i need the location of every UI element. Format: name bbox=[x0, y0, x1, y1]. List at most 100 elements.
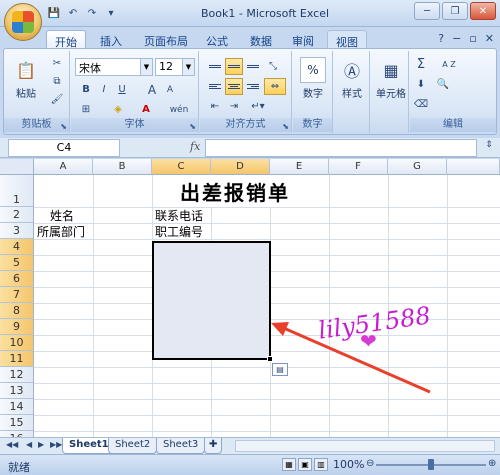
chevron-down-icon[interactable]: ▼ bbox=[182, 59, 194, 75]
paste-button[interactable]: 📋 粘贴 bbox=[8, 57, 44, 101]
worksheet-grid[interactable]: A B C D E F G 1 2 3 4 5 6 7 8 9 10 11 12… bbox=[0, 159, 500, 437]
row-header-5[interactable]: 5 bbox=[0, 255, 34, 271]
customize-qat-icon[interactable]: ▾ bbox=[103, 5, 119, 21]
phonetic-button[interactable]: wén bbox=[165, 101, 193, 118]
align-right-icon[interactable] bbox=[244, 78, 262, 95]
row-header-12[interactable]: 12 bbox=[0, 367, 34, 383]
align-top-icon[interactable] bbox=[206, 58, 224, 75]
redo-icon[interactable]: ↷ bbox=[84, 5, 100, 21]
row-header-6[interactable]: 6 bbox=[0, 271, 34, 287]
sheet-tab-3[interactable]: Sheet3 bbox=[156, 438, 206, 454]
zoom-out-icon[interactable]: ⊖ bbox=[366, 458, 374, 469]
tab-formulas[interactable]: 公式 bbox=[198, 30, 236, 49]
increase-indent-icon[interactable]: ⇥ bbox=[225, 98, 243, 115]
last-sheet-icon[interactable]: ▶▶ bbox=[50, 440, 62, 449]
row-header-9[interactable]: 9 bbox=[0, 319, 34, 335]
select-all-corner[interactable] bbox=[0, 159, 34, 175]
cell-c3[interactable]: 职工编号 bbox=[155, 223, 203, 240]
align-middle-icon[interactable] bbox=[225, 58, 243, 75]
next-sheet-icon[interactable]: ▶ bbox=[38, 440, 44, 449]
row-header-8[interactable]: 8 bbox=[0, 303, 34, 319]
align-center-icon[interactable] bbox=[225, 78, 243, 95]
format-painter-icon[interactable]: 🖌 bbox=[48, 91, 66, 108]
row-header-10[interactable]: 10 bbox=[0, 335, 34, 351]
align-bottom-icon[interactable] bbox=[244, 58, 262, 75]
close-button[interactable]: ✕ bbox=[470, 2, 496, 20]
horizontal-scrollbar[interactable] bbox=[235, 440, 495, 452]
copy-icon[interactable]: ⧉ bbox=[48, 73, 66, 90]
column-header-e[interactable]: E bbox=[270, 159, 329, 175]
orientation-icon[interactable]: ⤡ bbox=[264, 58, 282, 75]
selected-range[interactable] bbox=[152, 241, 271, 360]
chevron-down-icon[interactable]: ▼ bbox=[140, 59, 152, 75]
styles-button[interactable]: Ⓐ 样式 bbox=[334, 57, 370, 100]
shrink-font-button[interactable]: A bbox=[161, 81, 179, 98]
expand-formula-icon[interactable]: ⇕ bbox=[482, 140, 496, 156]
bold-button[interactable]: B bbox=[77, 81, 95, 98]
restore-workbook-icon[interactable]: ▫ bbox=[469, 32, 476, 45]
minimize-workbook-icon[interactable]: − bbox=[452, 32, 461, 45]
tab-page-layout[interactable]: 页面布局 bbox=[136, 30, 196, 49]
tab-review[interactable]: 审阅 bbox=[284, 30, 322, 49]
column-header-next[interactable] bbox=[447, 159, 500, 175]
page-break-view-icon[interactable]: ▥ bbox=[314, 458, 328, 471]
cut-icon[interactable]: ✂ bbox=[48, 55, 66, 72]
save-icon[interactable]: 💾 bbox=[46, 5, 62, 21]
row-header-14[interactable]: 14 bbox=[0, 399, 34, 415]
column-header-a[interactable]: A bbox=[34, 159, 93, 175]
help-icon[interactable]: ? bbox=[438, 32, 444, 45]
row-header-13[interactable]: 13 bbox=[0, 383, 34, 399]
restore-button[interactable]: ❐ bbox=[442, 2, 468, 20]
wrap-text-icon[interactable]: ↵▾ bbox=[246, 98, 270, 115]
tab-data[interactable]: 数据 bbox=[242, 30, 280, 49]
decrease-indent-icon[interactable]: ⇤ bbox=[206, 98, 224, 115]
row-header-1[interactable]: 1 bbox=[0, 175, 34, 207]
office-button[interactable] bbox=[4, 3, 42, 41]
clipboard-launcher-icon[interactable]: ⬊ bbox=[60, 122, 67, 131]
zoom-level[interactable]: 100% bbox=[333, 458, 364, 471]
font-color-button[interactable]: A bbox=[137, 101, 155, 118]
autosum-button[interactable]: Σ bbox=[412, 56, 430, 73]
italic-button[interactable]: I bbox=[95, 81, 113, 98]
fx-icon[interactable]: fx bbox=[190, 140, 200, 153]
zoom-slider-handle[interactable] bbox=[428, 459, 434, 470]
sort-filter-button[interactable]: A Z bbox=[434, 56, 464, 73]
underline-button[interactable]: U bbox=[113, 81, 131, 98]
row-header-3[interactable]: 3 bbox=[0, 223, 34, 239]
prev-sheet-icon[interactable]: ◀ bbox=[26, 440, 32, 449]
font-launcher-icon[interactable]: ⬊ bbox=[189, 122, 196, 131]
normal-view-icon[interactable]: ▦ bbox=[282, 458, 296, 471]
find-select-icon[interactable]: 🔍 bbox=[434, 76, 452, 93]
zoom-in-icon[interactable]: ⊕ bbox=[488, 458, 496, 469]
font-name-combo[interactable]: 宋体 ▼ bbox=[75, 58, 153, 76]
close-workbook-icon[interactable]: ✕ bbox=[485, 32, 494, 45]
column-header-c[interactable]: C bbox=[152, 159, 211, 175]
insert-sheet-icon[interactable]: ✚ bbox=[204, 438, 223, 454]
clear-icon[interactable]: ⌫ bbox=[412, 96, 430, 113]
row-header-7[interactable]: 7 bbox=[0, 287, 34, 303]
align-left-icon[interactable] bbox=[206, 78, 224, 95]
alignment-launcher-icon[interactable]: ⬊ bbox=[282, 122, 289, 131]
first-sheet-icon[interactable]: ◀◀ bbox=[6, 440, 18, 449]
column-header-f[interactable]: F bbox=[329, 159, 388, 175]
tab-home[interactable]: 开始 bbox=[46, 30, 86, 49]
fill-icon[interactable]: ⬇ bbox=[412, 76, 430, 93]
minimize-button[interactable]: ─ bbox=[414, 2, 440, 20]
column-header-b[interactable]: B bbox=[93, 159, 152, 175]
tab-view[interactable]: 视图 bbox=[327, 30, 367, 49]
row-header-2[interactable]: 2 bbox=[0, 207, 34, 223]
grow-font-button[interactable]: A bbox=[143, 81, 161, 98]
undo-icon[interactable]: ↶ bbox=[65, 5, 81, 21]
sheet-title-cell[interactable]: 出差报销单 bbox=[180, 177, 290, 206]
cell-a2[interactable]: 姓名 bbox=[50, 207, 74, 224]
row-header-11[interactable]: 11 bbox=[0, 351, 34, 367]
row-header-15[interactable]: 15 bbox=[0, 415, 34, 431]
sheet-tab-2[interactable]: Sheet2 bbox=[108, 438, 158, 454]
merge-center-icon[interactable]: ⇔ bbox=[264, 78, 286, 95]
column-header-g[interactable]: G bbox=[388, 159, 447, 175]
number-button[interactable]: % 数字 bbox=[295, 57, 331, 100]
cell-a3[interactable]: 所属部门 bbox=[37, 223, 85, 240]
cells-button[interactable]: ▦ 单元格 bbox=[371, 57, 411, 101]
row-header-4[interactable]: 4 bbox=[0, 239, 34, 255]
fill-color-icon[interactable]: ◈ bbox=[109, 101, 127, 118]
